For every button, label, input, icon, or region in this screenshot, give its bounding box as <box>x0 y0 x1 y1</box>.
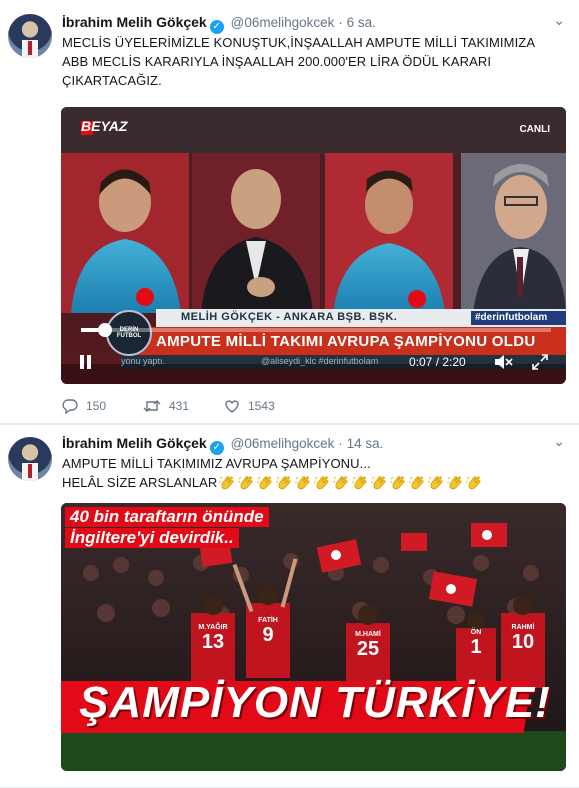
photo-banner: ŞAMPİYON TÜRKİYE! <box>79 678 551 727</box>
tweet-text-line: ABB MECLİS KARARIYLA İNŞAALLAH 200.000'E… <box>62 54 492 69</box>
tweet-time[interactable]: 14 sa. <box>347 436 384 451</box>
retweet-button[interactable]: 431 <box>143 398 189 414</box>
tweet-header: İbrahim Melih Gökçek ✓ @06melihgokcek · 6… <box>62 12 376 34</box>
user-handle[interactable]: @06melihgokcek <box>231 15 335 30</box>
reply-count: 150 <box>86 399 107 413</box>
jersey-name: ÖN <box>470 629 482 636</box>
user-name[interactable]: İbrahim Melih Gökçek <box>62 14 207 30</box>
tweet-text: MECLİS ÜYELERİMİZLE KONUŞTUK,İNŞAALLAH A… <box>62 33 562 90</box>
reply-icon <box>62 399 78 415</box>
volume-icon[interactable] <box>493 353 513 371</box>
play-pause-icon[interactable] <box>79 353 93 371</box>
jersey-label: ÖN 1 <box>454 629 498 659</box>
retweet-icon <box>143 400 161 412</box>
tweet-time[interactable]: 6 sa. <box>347 15 376 30</box>
clapping-hands-icon <box>295 476 310 490</box>
tweet-text-line: HELÂL SİZE ARSLANLAR <box>62 473 562 492</box>
retweet-count: 431 <box>169 399 190 413</box>
channel-logo: BEYAZ <box>81 118 128 134</box>
tweet-text: AMPUTE MİLLİ TAKIMIMIZ AVRUPA ŞAMPİYONU.… <box>62 454 562 492</box>
clapping-hands-icon <box>352 476 367 490</box>
clapping-hands-icon <box>314 476 329 490</box>
clapping-hands-icon <box>219 476 234 490</box>
ticker-left: yonu yaptı. <box>121 356 166 366</box>
jersey-label: M.HAMİ 25 <box>346 631 390 661</box>
lower-third-name: MELİH GÖKÇEK - ANKARA BŞB. BŞK. <box>181 311 398 323</box>
tweet-text-line: MECLİS ÜYELERİMİZLE KONUŞTUK,İNŞAALLAH A… <box>62 35 536 50</box>
live-label: CANLI <box>519 124 550 135</box>
chevron-down-icon[interactable]: ⌄ <box>553 433 565 450</box>
clapping-hands-icon <box>409 476 424 490</box>
tweet-photo[interactable]: 40 bin taraftarın önünde İngiltere'yi de… <box>61 503 566 771</box>
jersey-number: 25 <box>356 638 380 660</box>
fullscreen-icon[interactable] <box>531 353 549 371</box>
progress-track[interactable] <box>81 328 551 332</box>
jersey-number: 1 <box>470 636 482 658</box>
clapping-hands-icon <box>428 476 443 490</box>
verified-badge-icon: ✓ <box>209 20 224 34</box>
photo-headline-2: İngiltere'yi devirdik.. <box>65 528 239 548</box>
separator-dot: · <box>338 436 343 451</box>
jersey-name: M.YAĞIR <box>198 624 228 631</box>
verified-badge-icon: ✓ <box>209 441 224 455</box>
lower-third-hashtag: #derinfutbolam <box>475 312 548 323</box>
tweet-2[interactable]: İbrahim Melih Gökçek ✓ @06melihgokcek · 1… <box>0 425 579 788</box>
clapping-hands-icon <box>390 476 405 490</box>
separator-dot: · <box>338 15 343 30</box>
clapping-hands-icon <box>276 476 291 490</box>
user-name[interactable]: İbrahim Melih Gökçek <box>62 435 207 451</box>
like-count: 1543 <box>248 399 275 413</box>
video-player[interactable]: BEYAZ CANLI MELİH GÖKÇEK - ANKARA BŞB. B… <box>61 107 566 384</box>
clapping-hands-icon <box>447 476 462 490</box>
like-icon <box>225 400 239 413</box>
clapping-hands-icon <box>333 476 348 490</box>
clapping-hands-icon <box>371 476 386 490</box>
clapping-hands-icon <box>238 476 253 490</box>
avatar[interactable] <box>8 14 52 58</box>
tweet-text-span: HELÂL SİZE ARSLANLAR <box>62 475 218 490</box>
jersey-label: RAHMİ 10 <box>501 624 545 654</box>
tweet-1[interactable]: İbrahim Melih Gökçek ✓ @06melihgokcek · 6… <box>0 0 579 424</box>
photo-headline-1: 40 bin taraftarın önünde <box>65 507 269 527</box>
video-headline: AMPUTE MİLLİ TAKIMI AVRUPA ŞAMPİYONU OLD… <box>156 333 536 350</box>
like-button[interactable]: 1543 <box>224 398 275 414</box>
jersey-name: RAHMİ <box>511 624 535 631</box>
jersey-name: M.HAMİ <box>355 631 381 638</box>
jersey-number: 10 <box>511 631 535 653</box>
reply-button[interactable]: 150 <box>62 398 107 415</box>
avatar[interactable] <box>8 437 52 481</box>
jersey-name: FATİH <box>258 617 278 624</box>
jersey-label: FATİH 9 <box>246 617 290 647</box>
tweet-text-line: AMPUTE MİLLİ TAKIMIMIZ AVRUPA ŞAMPİYONU.… <box>62 456 371 471</box>
video-time: 0:07 / 2:20 <box>409 355 466 369</box>
chevron-down-icon[interactable]: ⌄ <box>553 12 565 29</box>
emoji-row <box>217 475 483 490</box>
jersey-number: 13 <box>201 631 225 653</box>
tweet-header: İbrahim Melih Gökçek ✓ @06melihgokcek · 1… <box>62 433 384 455</box>
progress-scrubber[interactable] <box>97 323 112 337</box>
ticker-text: @aliseydi_klc #derinfutbolam <box>261 356 379 366</box>
jersey-number: 9 <box>262 624 274 646</box>
user-handle[interactable]: @06melihgokcek <box>231 436 335 451</box>
jersey-label: M.YAĞIR 13 <box>191 624 235 654</box>
clapping-hands-icon <box>257 476 272 490</box>
tweet-text-line: ÇIKARTACAĞIZ. <box>62 73 162 88</box>
clapping-hands-icon <box>466 476 481 490</box>
